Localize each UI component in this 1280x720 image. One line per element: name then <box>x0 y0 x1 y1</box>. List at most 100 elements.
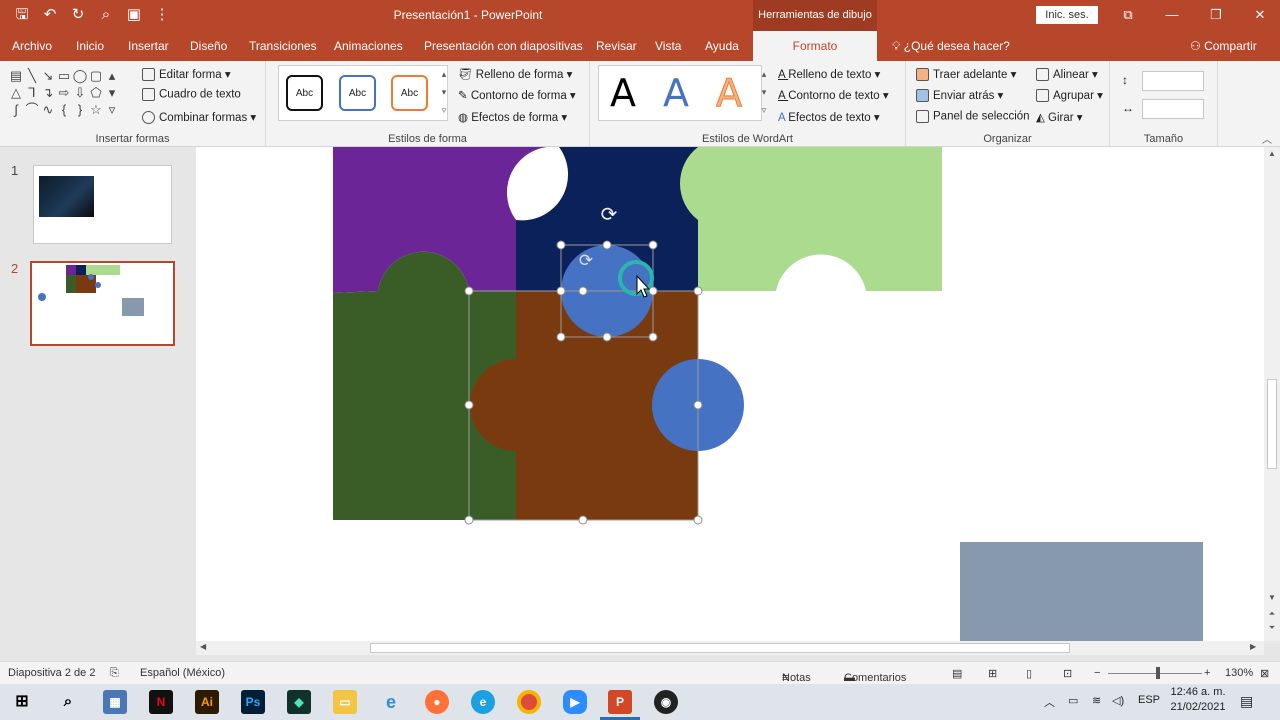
slide-sorter-icon[interactable]: ⊞ <box>988 667 997 680</box>
curve-shape-icon[interactable]: ∫ <box>8 101 24 118</box>
freeform-shape-icon[interactable]: ∿ <box>40 101 56 118</box>
app-icon[interactable]: ◆ <box>287 690 311 714</box>
minimize-icon[interactable]: — <box>1160 4 1184 26</box>
slide-thumbnail-2[interactable] <box>30 261 175 346</box>
horizontal-scroll-thumb[interactable] <box>370 643 1070 653</box>
wifi-icon[interactable]: ≋ <box>1092 694 1101 707</box>
scroll-up-icon[interactable]: ▲ <box>1266 149 1278 158</box>
slide-thumbnail-1[interactable] <box>33 165 172 244</box>
edit-shape-button[interactable]: Editar forma ▾ <box>142 67 231 82</box>
text-effects-button[interactable]: A Efectos de texto ▾ <box>778 110 880 124</box>
calculator-icon[interactable]: ▦ <box>103 690 127 714</box>
gray-blue-rectangle[interactable] <box>960 542 1203 641</box>
input-language[interactable]: ESP <box>1138 694 1160 706</box>
tab-presentacion[interactable]: Presentación con diapositivas <box>424 31 583 61</box>
group-button[interactable]: Agrupar ▾ <box>1036 88 1103 103</box>
previous-slide-icon[interactable]: ⏶ <box>1266 609 1278 619</box>
firefox-icon[interactable]: ● <box>425 690 449 714</box>
down-arrow-shape-icon[interactable]: ⇩ <box>72 84 88 101</box>
tab-diseno[interactable]: Diseño <box>190 31 227 61</box>
windows-icon[interactable]: ⊞ <box>10 690 34 714</box>
tab-animaciones[interactable]: Animaciones <box>334 31 403 61</box>
language-indicator[interactable]: Español (México) <box>140 667 225 679</box>
tab-archivo[interactable]: Archivo <box>12 31 52 61</box>
style-preset-orange[interactable]: Abc <box>391 75 428 111</box>
notifications-icon[interactable]: ▤ <box>1240 693 1253 710</box>
oval-shape-icon[interactable]: ◯ <box>72 67 88 84</box>
next-slide-icon[interactable]: ⏷ <box>1266 623 1278 633</box>
horizontal-scrollbar[interactable]: ◀ ▶ <box>196 641 1264 655</box>
style-preset-black[interactable]: Abc <box>286 75 323 111</box>
zoom-out-icon[interactable]: − <box>1094 667 1100 679</box>
gallery-down-icon[interactable]: ▾ <box>104 84 120 101</box>
search-icon[interactable]: ⌕ <box>56 690 80 714</box>
battery-icon[interactable]: ▭ <box>1068 694 1078 707</box>
merge-shapes-button[interactable]: Combinar formas ▾ <box>142 110 256 125</box>
rounded-rect-shape-icon[interactable]: ▢ <box>88 67 104 84</box>
line-shape-icon[interactable]: ╲ <box>24 67 40 84</box>
scroll-down-icon[interactable]: ▼ <box>1266 593 1278 602</box>
align-button[interactable]: Alinear ▾ <box>1036 67 1098 82</box>
zoom-slider[interactable] <box>1108 673 1202 674</box>
light-green-puzzle-piece[interactable] <box>679 147 942 291</box>
tab-ayuda[interactable]: Ayuda <box>705 31 739 61</box>
tab-transiciones[interactable]: Transiciones <box>249 31 317 61</box>
collapse-ribbon-icon[interactable]: ︿ <box>1262 131 1272 146</box>
clock[interactable]: 12:46 a. m. 21/02/2021 <box>1166 686 1230 713</box>
rotate-handle-group-icon[interactable]: ⟳ <box>601 202 618 226</box>
zoom-level[interactable]: 130% <box>1225 667 1253 679</box>
tab-revisar[interactable]: Revisar <box>596 31 637 61</box>
selection-pane-button[interactable]: Panel de selección <box>916 110 1030 123</box>
tab-vista[interactable]: Vista <box>655 31 681 61</box>
powerpoint-icon[interactable]: P <box>608 690 632 714</box>
arrow-line-shape-icon[interactable]: ↘ <box>40 67 56 84</box>
edge-icon[interactable]: e <box>471 690 495 714</box>
slideshow-icon[interactable]: ⊡ <box>1063 667 1072 680</box>
tab-formato[interactable]: Formato <box>753 31 877 61</box>
width-field[interactable] <box>1142 99 1204 119</box>
tab-inicio[interactable]: Inicio <box>76 31 104 61</box>
shape-outline-button[interactable]: ✎ Contorno de forma ▾ <box>458 88 576 102</box>
gallery-more-icon[interactable]: ▿ <box>104 101 120 118</box>
fit-slide-icon[interactable]: ⊠ <box>1260 667 1269 680</box>
text-box-button[interactable]: Cuadro de texto <box>142 88 241 101</box>
ie-icon[interactable]: e <box>379 690 403 714</box>
brace-right-shape-icon[interactable]: } <box>72 101 88 118</box>
ribbon-display-icon[interactable]: ⧉ <box>1116 4 1140 26</box>
height-field[interactable] <box>1142 71 1204 91</box>
shape-effects-button[interactable]: ◍ Efectos de forma ▾ <box>458 110 567 124</box>
rotate-button[interactable]: ◭ Girar ▾ <box>1036 110 1083 124</box>
restore-icon[interactable]: ❐ <box>1204 4 1228 26</box>
reading-view-icon[interactable]: ▯ <box>1026 667 1032 680</box>
rectangle-shape-icon[interactable]: ▭ <box>56 67 72 84</box>
wordart-black[interactable]: A <box>610 71 636 115</box>
media-icon[interactable]: ◉ <box>654 690 678 714</box>
normal-view-icon[interactable]: ▤ <box>952 667 962 680</box>
tab-insertar[interactable]: Insertar <box>128 31 169 61</box>
vertical-scrollbar[interactable]: ▲ ▼ ⏶ ⏷ <box>1264 147 1280 641</box>
gallery-up-icon[interactable]: ▴ <box>104 67 120 84</box>
zoom-icon[interactable]: ▶ <box>563 690 587 714</box>
file-explorer-icon[interactable]: ▭ <box>333 690 357 714</box>
styles-gallery-scroll[interactable]: ▴ ▾ ▿ <box>438 65 450 121</box>
elbow-shape-icon[interactable]: ⅂ <box>24 84 40 101</box>
arc-shape-icon[interactable]: ⌒ <box>24 101 40 118</box>
shape-fill-button[interactable]: 🪣︎ Relleno de forma ▾ <box>458 67 572 81</box>
scroll-left-icon[interactable]: ◀ <box>200 642 206 651</box>
right-arrow-shape-icon[interactable]: ⇨ <box>56 84 72 101</box>
text-box-shape-icon[interactable]: ▤ <box>8 67 24 84</box>
share-button[interactable]: ⚇ Compartir <box>1190 39 1257 53</box>
photoshop-icon[interactable]: Ps <box>241 690 265 714</box>
text-outline-button[interactable]: A Contorno de texto ▾ <box>778 88 889 102</box>
close-icon[interactable]: ✕ <box>1248 4 1272 26</box>
wordart-blue[interactable]: A <box>663 71 689 115</box>
rotate-handle-circle-icon[interactable]: ⟳ <box>579 251 593 271</box>
triangle-shape-icon[interactable]: △ <box>8 84 24 101</box>
text-fill-button[interactable]: A Relleno de texto ▾ <box>778 67 880 81</box>
scroll-right-icon[interactable]: ▶ <box>1250 642 1256 651</box>
volume-icon[interactable]: ◁) <box>1112 694 1124 707</box>
netflix-icon[interactable]: N <box>149 690 173 714</box>
bring-forward-button[interactable]: Traer adelante ▾ <box>916 67 1016 82</box>
slide-canvas[interactable]: ⟳ ⟳ <box>196 147 1264 641</box>
vertical-scroll-thumb[interactable] <box>1267 379 1277 469</box>
